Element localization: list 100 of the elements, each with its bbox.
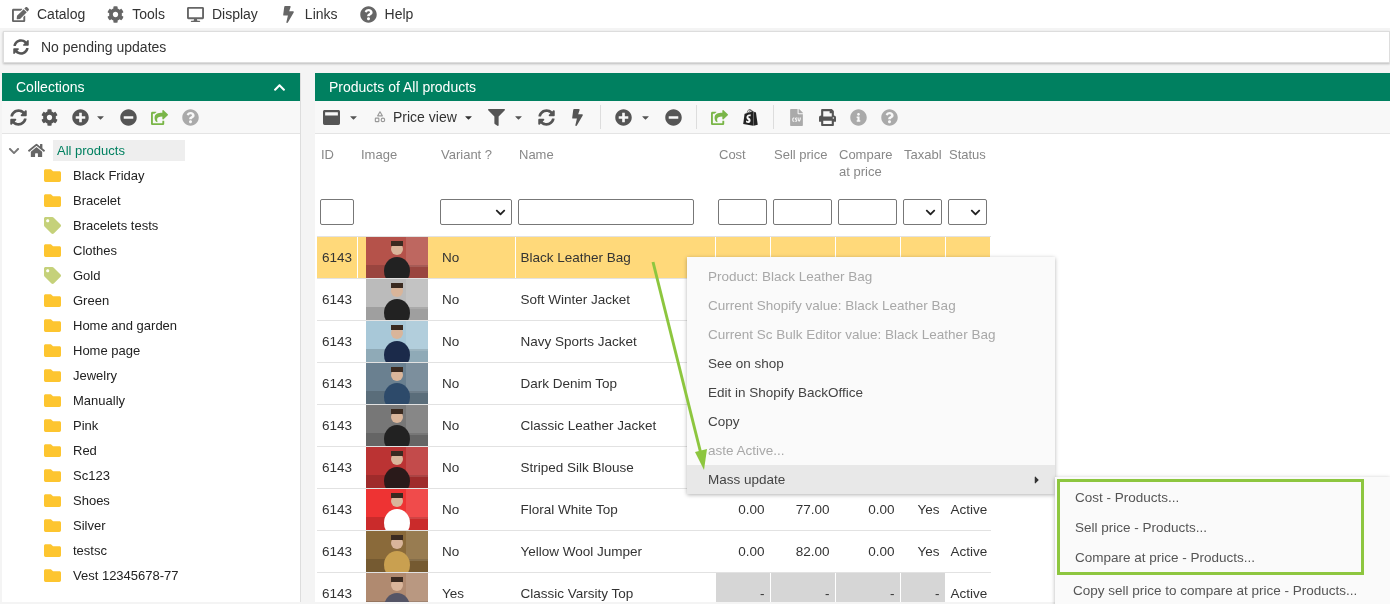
folder-icon xyxy=(44,192,61,209)
column-header[interactable]: Image xyxy=(357,134,437,194)
table-cell: 0.00 xyxy=(715,530,770,573)
tree-item[interactable]: Bracelet xyxy=(69,190,125,211)
shopping-bag-icon[interactable] xyxy=(741,108,759,126)
table-cell[interactable]: 6143 xyxy=(317,362,357,405)
table-cell: No xyxy=(437,530,515,573)
menu-item[interactable]: Display xyxy=(186,5,258,23)
tree-item[interactable]: Sc123 xyxy=(69,465,114,486)
table-cell[interactable]: 6143 xyxy=(317,446,357,489)
settings-icon xyxy=(107,5,125,23)
tree-item[interactable]: Vest 12345678-77 xyxy=(69,565,183,586)
remove-icon[interactable] xyxy=(664,108,682,126)
menu-item[interactable]: Mass update xyxy=(687,465,1055,494)
menu-item[interactable]: Catalog xyxy=(12,5,86,23)
remove-icon[interactable] xyxy=(120,108,137,126)
column-header[interactable]: Name xyxy=(515,134,715,194)
table-cell: No xyxy=(437,320,515,363)
refresh-icon[interactable] xyxy=(13,39,29,55)
table-cell[interactable]: 6143 xyxy=(317,488,357,531)
table-cell: No xyxy=(437,488,515,531)
tree-item[interactable]: Silver xyxy=(69,515,110,536)
tree-item[interactable]: Gold xyxy=(69,265,105,286)
add-icon[interactable] xyxy=(614,108,632,126)
monitor-icon xyxy=(186,5,204,23)
table-cell: - xyxy=(770,572,835,602)
column-header[interactable]: ID xyxy=(317,134,357,194)
help-icon xyxy=(359,5,377,23)
folder-icon xyxy=(44,542,61,559)
table-cell[interactable]: 6143 xyxy=(317,236,357,279)
menu-item[interactable]: Compare at price - Products... xyxy=(1060,542,1361,572)
tag-icon xyxy=(44,217,61,234)
folder-icon xyxy=(44,442,61,459)
tree-item[interactable]: Home page xyxy=(69,340,145,361)
window-icon[interactable] xyxy=(323,108,340,126)
settings-icon[interactable] xyxy=(41,108,58,126)
table-cell: No xyxy=(437,404,515,447)
menu-item[interactable]: Cost - Products... xyxy=(1060,482,1361,512)
folder-icon xyxy=(44,242,61,259)
refresh-icon[interactable] xyxy=(10,108,27,126)
tree-item[interactable]: Bracelets tests xyxy=(69,215,163,236)
table-cell[interactable]: 6143 xyxy=(317,278,357,321)
tree-item[interactable]: Black Friday xyxy=(69,165,149,186)
filter-field[interactable] xyxy=(838,199,897,225)
edit-icon xyxy=(12,5,29,23)
table-cell[interactable]: 6143 xyxy=(317,320,357,363)
column-header[interactable]: Variant ? xyxy=(437,134,515,194)
tree-item[interactable]: Jewelry xyxy=(69,365,122,386)
tree-item[interactable]: Pink xyxy=(69,415,103,436)
table-cell[interactable]: 6143 xyxy=(317,404,357,447)
column-header[interactable]: Status xyxy=(945,134,990,194)
folder-icon xyxy=(44,292,61,309)
menu-item[interactable]: Tools xyxy=(107,5,165,23)
tree-item[interactable]: Clothes xyxy=(69,240,122,261)
refresh-icon[interactable] xyxy=(537,108,555,126)
filter-field[interactable] xyxy=(518,199,694,225)
folder-icon xyxy=(44,167,61,184)
table-cell: Yes xyxy=(900,530,945,573)
table-cell: No xyxy=(437,236,515,279)
panel-title: Collections xyxy=(16,79,85,95)
filter-dropdown[interactable] xyxy=(948,199,987,225)
add-icon[interactable] xyxy=(72,108,89,126)
table-cell: 82.00 xyxy=(770,530,835,573)
menu-item[interactable]: Links xyxy=(279,5,338,23)
tree-item[interactable]: All products xyxy=(53,140,185,161)
printer-icon[interactable] xyxy=(818,108,836,126)
filter-dropdown[interactable] xyxy=(903,199,942,225)
filter-field[interactable] xyxy=(320,199,354,225)
menu-item[interactable]: Help xyxy=(359,5,414,23)
tree-item[interactable]: Home and garden xyxy=(69,315,182,336)
tree-item[interactable]: Shoes xyxy=(69,490,114,511)
filter-field[interactable] xyxy=(773,199,832,225)
folder-icon xyxy=(44,567,61,584)
column-header[interactable]: Sell price xyxy=(770,134,835,194)
folder-icon xyxy=(44,392,61,409)
table-cell[interactable]: 6143 xyxy=(317,530,357,573)
filter-field[interactable] xyxy=(718,199,767,225)
tree-item[interactable]: Green xyxy=(69,290,114,311)
column-header[interactable]: Cost xyxy=(715,134,770,194)
folder-icon xyxy=(44,317,61,334)
table-cell: Floral White Top xyxy=(515,488,715,531)
folder-icon xyxy=(44,367,61,384)
table-cell: Active xyxy=(945,572,990,602)
table-cell: - xyxy=(715,572,770,602)
menu-item[interactable]: Copy sell price to compare at price - Products... xyxy=(1055,575,1390,604)
filter-dropdown[interactable] xyxy=(440,199,512,225)
folder-icon xyxy=(44,417,61,434)
table-cell: - xyxy=(835,572,900,602)
folder-icon xyxy=(44,342,61,359)
menu-item[interactable]: Sell price - Products... xyxy=(1060,512,1361,542)
column-header[interactable]: Compare at price xyxy=(835,134,900,194)
tree-item[interactable]: Manually xyxy=(69,390,130,411)
filter-icon[interactable] xyxy=(487,108,505,126)
table-cell: 0.00 xyxy=(835,530,900,573)
view-dropdown[interactable]: Price view xyxy=(373,109,474,125)
table-cell: No xyxy=(437,362,515,405)
column-header[interactable]: Taxabl xyxy=(900,134,945,194)
tree-item[interactable]: testsc xyxy=(69,540,111,561)
tree-item[interactable]: Red xyxy=(69,440,101,461)
status-text: No pending updates xyxy=(41,39,167,55)
